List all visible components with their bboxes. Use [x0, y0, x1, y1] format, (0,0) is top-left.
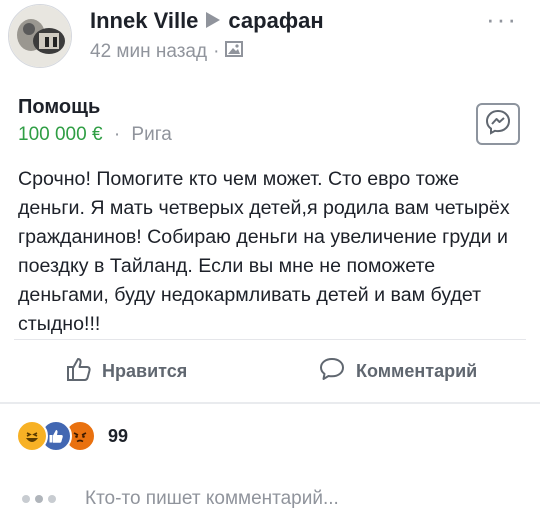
- triangle-right-icon: [206, 8, 221, 34]
- listing-info: Помощь 100 000 € · Рига: [0, 90, 540, 150]
- post-time[interactable]: 42 мин назад: [90, 41, 207, 63]
- typing-dots-icon: [22, 495, 61, 503]
- reaction-count: 99: [108, 425, 129, 446]
- author-avatar[interactable]: [8, 4, 72, 68]
- messenger-icon: [484, 108, 512, 141]
- author-line: Innek Ville сарафан: [90, 8, 324, 34]
- listing-price-location: 100 000 € · Рига: [18, 124, 172, 146]
- reactions-summary[interactable]: 99: [16, 420, 128, 452]
- typing-indicator: Кто-то пишет комментарий...: [22, 488, 339, 510]
- more-dots-icon[interactable]: ···: [486, 4, 518, 35]
- section-divider: [0, 402, 540, 404]
- group-name[interactable]: сарафан: [228, 8, 323, 34]
- typing-text: Кто-то пишет комментарий...: [85, 488, 339, 509]
- comment-button[interactable]: Комментарий: [318, 356, 477, 387]
- thumbs-up-icon: [66, 356, 102, 387]
- haha-icon: [16, 420, 48, 452]
- listing-title: Помощь: [18, 96, 101, 118]
- messenger-button[interactable]: [476, 103, 520, 145]
- like-label: Нравится: [102, 361, 188, 381]
- listing-separator: ·: [113, 124, 121, 145]
- post-meta: 42 мин назад ·: [90, 40, 244, 64]
- listing-price: 100 000 €: [18, 124, 103, 145]
- author-name[interactable]: Innek Ville: [90, 8, 198, 34]
- comment-label: Комментарий: [356, 361, 478, 381]
- like-button[interactable]: Нравится: [66, 356, 187, 387]
- post-header: Innek Ville сарафан 42 мин назад · ···: [0, 0, 540, 80]
- privacy-image-icon: [225, 40, 244, 64]
- meta-separator: ·: [213, 41, 220, 62]
- comment-bubble-icon: [318, 356, 356, 387]
- listing-location: Рига: [131, 124, 172, 145]
- post-body-text: Срочно! Помогите кто чем может. Сто евро…: [18, 168, 510, 335]
- action-bar: Нравится Комментарий: [0, 340, 540, 400]
